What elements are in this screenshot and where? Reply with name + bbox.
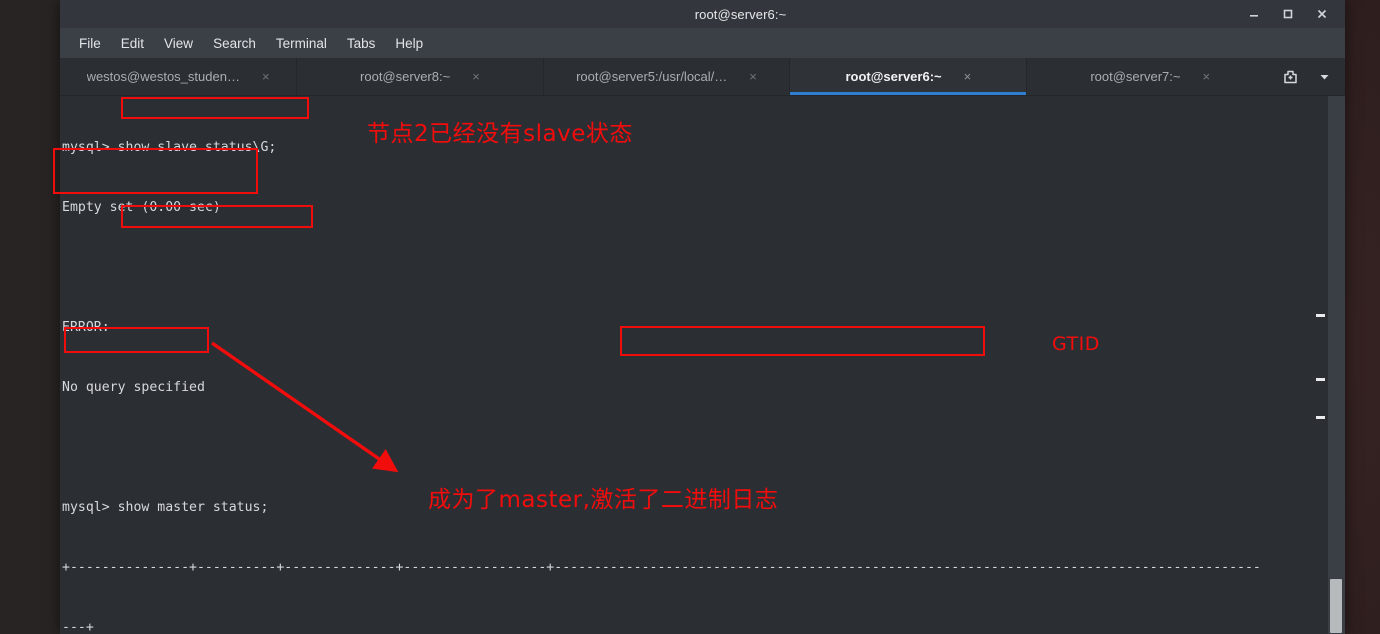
minimize-icon (1250, 15, 1258, 17)
scroll-mark (1316, 378, 1325, 381)
close-icon (1317, 9, 1327, 19)
term-line (60, 258, 1328, 278)
menu-terminal[interactable]: Terminal (266, 33, 337, 54)
window-titlebar: root@server6:~ (60, 0, 1345, 28)
term-line: No query specified (62, 380, 205, 395)
desktop-background (0, 0, 60, 634)
tab-server6[interactable]: root@server6:~ × (790, 58, 1028, 95)
menubar: File Edit View Search Terminal Tabs Help (60, 28, 1345, 58)
tab-close-icon[interactable]: × (749, 70, 757, 83)
tab-label: root@server5:/usr/local/… (576, 69, 728, 84)
tab-server5[interactable]: root@server5:/usr/local/… × (544, 58, 791, 95)
tab-close-icon[interactable]: × (472, 70, 480, 83)
tab-close-icon[interactable]: × (1202, 70, 1210, 83)
term-line: mysql> show slave status\G; (62, 140, 277, 155)
window-title: root@server6:~ (694, 6, 787, 22)
maximize-button[interactable] (1271, 0, 1305, 28)
term-line: ERROR: (62, 320, 110, 335)
window-controls (1237, 0, 1339, 28)
term-line: Empty set (0.00 sec) (62, 200, 221, 215)
tab-westos[interactable]: westos@westos_studen… × (60, 58, 298, 95)
chevron-down-icon (1320, 75, 1328, 80)
close-button[interactable] (1305, 0, 1339, 28)
tab-label: root@server8:~ (360, 69, 451, 84)
screen: root@server6:~ File Edit View Search Ter… (0, 0, 1380, 634)
tab-label: root@server7:~ (1090, 69, 1181, 84)
tab-server7[interactable]: root@server7:~ × (1027, 58, 1273, 95)
scrollbar-thumb[interactable] (1330, 579, 1342, 633)
scroll-mark (1316, 416, 1325, 419)
term-line (60, 438, 1328, 458)
term-line: ---+ (62, 620, 94, 634)
terminal-body: mysql> show slave status\G; Empty set (0… (60, 96, 1345, 634)
tab-close-icon[interactable]: × (262, 70, 270, 83)
tab-server8[interactable]: root@server8:~ × (297, 58, 544, 95)
tab-menu-button[interactable] (1307, 58, 1341, 95)
menu-search[interactable]: Search (203, 33, 266, 54)
tab-label: westos@westos_studen… (86, 69, 240, 84)
new-tab-button[interactable] (1273, 58, 1307, 95)
terminal-scrollbar[interactable] (1316, 96, 1345, 634)
tab-close-icon[interactable]: × (964, 70, 972, 83)
minimize-button[interactable] (1237, 0, 1271, 28)
menu-view[interactable]: View (154, 33, 203, 54)
menu-tabs[interactable]: Tabs (337, 33, 386, 54)
menu-file[interactable]: File (69, 33, 111, 54)
terminal-window: root@server6:~ File Edit View Search Ter… (60, 0, 1345, 634)
tabbar: westos@westos_studen… × root@server8:~ ×… (60, 58, 1345, 96)
menu-help[interactable]: Help (385, 33, 433, 54)
new-tab-icon (1283, 70, 1297, 84)
terminal-output[interactable]: mysql> show slave status\G; Empty set (0… (60, 96, 1328, 634)
term-line: mysql> show master status; (62, 500, 269, 515)
menu-edit[interactable]: Edit (111, 33, 154, 54)
tabbar-tools (1273, 58, 1345, 95)
term-line: +---------------+----------+------------… (62, 560, 1261, 575)
maximize-icon (1283, 9, 1293, 19)
tab-label: root@server6:~ (845, 69, 942, 84)
scroll-mark (1316, 314, 1325, 317)
